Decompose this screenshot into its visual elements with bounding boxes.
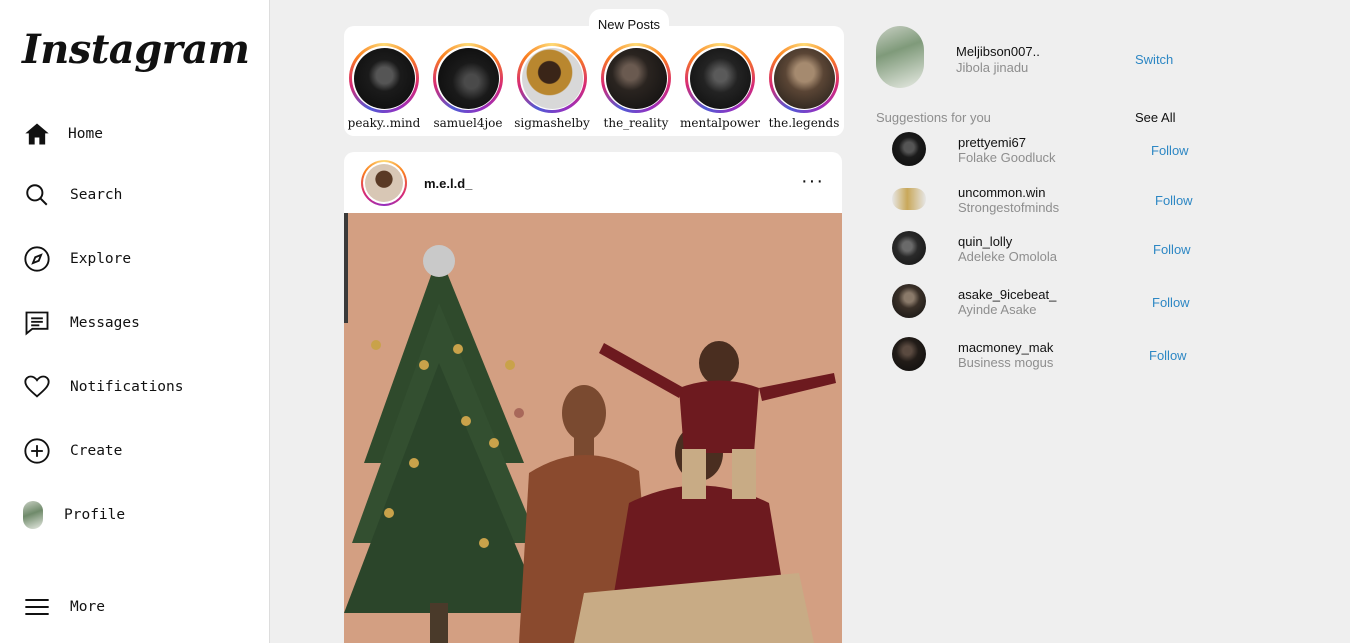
nav-messages[interactable]: Messages bbox=[22, 308, 140, 338]
follow-button[interactable]: Follow bbox=[1155, 193, 1193, 208]
post-image[interactable] bbox=[344, 213, 842, 643]
suggestion-avatar[interactable] bbox=[892, 132, 926, 166]
nav-messages-label: Messages bbox=[70, 315, 140, 331]
story-item[interactable]: the_reality bbox=[600, 43, 672, 130]
story-avatar bbox=[437, 47, 499, 109]
story-ring-inner bbox=[772, 46, 836, 110]
post-header: m.e.l.d_ ··· bbox=[344, 152, 842, 213]
story-name: peaky..mind bbox=[347, 116, 421, 130]
nav-create[interactable]: Create bbox=[22, 436, 122, 466]
more-options-icon[interactable]: ··· bbox=[801, 170, 824, 193]
follow-button[interactable]: Follow bbox=[1151, 143, 1189, 158]
nav-more[interactable]: More bbox=[22, 592, 105, 622]
suggestion-fullname: Adeleke Omolola bbox=[958, 249, 1057, 264]
suggestion-row: uncommon.win Strongestofminds Follow bbox=[892, 182, 1212, 218]
story-avatar bbox=[521, 47, 583, 109]
story-ring bbox=[517, 43, 587, 113]
plus-circle-icon bbox=[22, 436, 52, 466]
suggestion-avatar[interactable] bbox=[892, 337, 926, 371]
follow-button[interactable]: Follow bbox=[1152, 295, 1190, 310]
home-icon bbox=[22, 119, 52, 149]
compass-icon bbox=[22, 244, 52, 274]
suggestion-avatar[interactable] bbox=[892, 284, 926, 318]
feed-post: m.e.l.d_ ··· bbox=[344, 152, 842, 643]
new-posts-pill[interactable]: New Posts bbox=[589, 9, 669, 39]
suggestion-fullname: Folake Goodluck bbox=[958, 150, 1056, 165]
nav-explore[interactable]: Explore bbox=[22, 244, 131, 274]
suggestion-username[interactable]: macmoney_mak bbox=[958, 340, 1053, 355]
story-name: mentalpower bbox=[679, 116, 761, 130]
story-item[interactable]: sigmashelby bbox=[514, 43, 590, 130]
story-item[interactable]: samuel4joe bbox=[432, 43, 504, 130]
heart-icon bbox=[22, 372, 52, 402]
suggestion-row: prettyemi67 Folake Goodluck Follow bbox=[892, 132, 1212, 168]
suggestion-row: quin_lolly Adeleke Omolola Follow bbox=[892, 231, 1212, 267]
current-user-fullname: Jibola jinadu bbox=[956, 60, 1029, 75]
suggestion-fullname: Ayinde Asake bbox=[958, 302, 1037, 317]
current-user-avatar[interactable] bbox=[876, 26, 924, 88]
suggestion-avatar[interactable] bbox=[892, 188, 926, 210]
search-icon bbox=[22, 180, 52, 210]
nav-home[interactable]: Home bbox=[22, 119, 103, 149]
profile-avatar-icon bbox=[22, 500, 44, 530]
follow-button[interactable]: Follow bbox=[1149, 348, 1187, 363]
story-item[interactable]: peaky..mind bbox=[348, 43, 420, 130]
nav-search-label: Search bbox=[70, 187, 123, 203]
story-ring bbox=[601, 43, 671, 113]
story-item[interactable]: the.legends bbox=[768, 43, 840, 130]
suggestion-username[interactable]: uncommon.win bbox=[958, 185, 1045, 200]
story-ring-inner bbox=[436, 46, 500, 110]
story-ring bbox=[349, 43, 419, 113]
instagram-logo[interactable]: Instagram bbox=[22, 26, 250, 73]
story-name: the.legends bbox=[768, 116, 840, 130]
story-avatar bbox=[605, 47, 667, 109]
suggestion-fullname: Business mogus bbox=[958, 355, 1054, 370]
menu-icon bbox=[22, 592, 52, 622]
story-item[interactable]: mentalpower bbox=[680, 43, 760, 130]
story-name: sigmashelby bbox=[514, 116, 590, 130]
nav-create-label: Create bbox=[70, 443, 123, 459]
post-username[interactable]: m.e.l.d_ bbox=[424, 176, 472, 191]
story-ring bbox=[685, 43, 755, 113]
switch-account-button[interactable]: Switch bbox=[1135, 52, 1173, 67]
see-all-link[interactable]: See All bbox=[1135, 110, 1175, 125]
suggestion-username[interactable]: quin_lolly bbox=[958, 234, 1012, 249]
message-icon bbox=[22, 308, 52, 338]
story-name: samuel4joe bbox=[433, 116, 503, 130]
nav-notifications-label: Notifications bbox=[70, 379, 184, 395]
story-ring-inner bbox=[688, 46, 752, 110]
suggestion-fullname: Strongestofminds bbox=[958, 200, 1060, 215]
post-avatar-ring[interactable] bbox=[361, 160, 407, 206]
story-ring-inner bbox=[604, 46, 668, 110]
nav-profile-label: Profile bbox=[64, 507, 126, 523]
suggestion-row: asake_9icebeat_ Ayinde Asake Follow bbox=[892, 284, 1212, 320]
nav-more-label: More bbox=[70, 599, 105, 615]
post-avatar-inner bbox=[363, 162, 405, 204]
post-avatar bbox=[365, 164, 403, 202]
suggestion-username[interactable]: asake_9icebeat_ bbox=[958, 287, 1056, 302]
story-avatar bbox=[689, 47, 751, 109]
story-avatar bbox=[773, 47, 835, 109]
story-name: the_reality bbox=[603, 116, 669, 130]
post-photo-illustration bbox=[344, 213, 842, 643]
suggestion-avatar[interactable] bbox=[892, 231, 926, 265]
nav-profile[interactable]: Profile bbox=[22, 500, 125, 530]
story-ring-inner bbox=[352, 46, 416, 110]
story-ring-inner bbox=[520, 46, 584, 110]
nav-explore-label: Explore bbox=[70, 251, 132, 267]
suggestion-username[interactable]: prettyemi67 bbox=[958, 135, 1026, 150]
story-ring bbox=[769, 43, 839, 113]
suggestions-title: Suggestions for you bbox=[876, 110, 991, 125]
nav-notifications[interactable]: Notifications bbox=[22, 372, 184, 402]
nav-search[interactable]: Search bbox=[22, 180, 122, 210]
story-ring bbox=[433, 43, 503, 113]
current-username[interactable]: Meljibson007.. bbox=[956, 44, 1040, 59]
suggestion-row: macmoney_mak Business mogus Follow bbox=[892, 337, 1212, 373]
story-avatar bbox=[353, 47, 415, 109]
nav-home-label: Home bbox=[68, 126, 103, 142]
sidebar: Instagram Home Search Explore Messages N… bbox=[0, 0, 270, 643]
follow-button[interactable]: Follow bbox=[1153, 242, 1191, 257]
stories-tray: peaky..mind samuel4joe sigmashelby the_r… bbox=[344, 26, 844, 136]
